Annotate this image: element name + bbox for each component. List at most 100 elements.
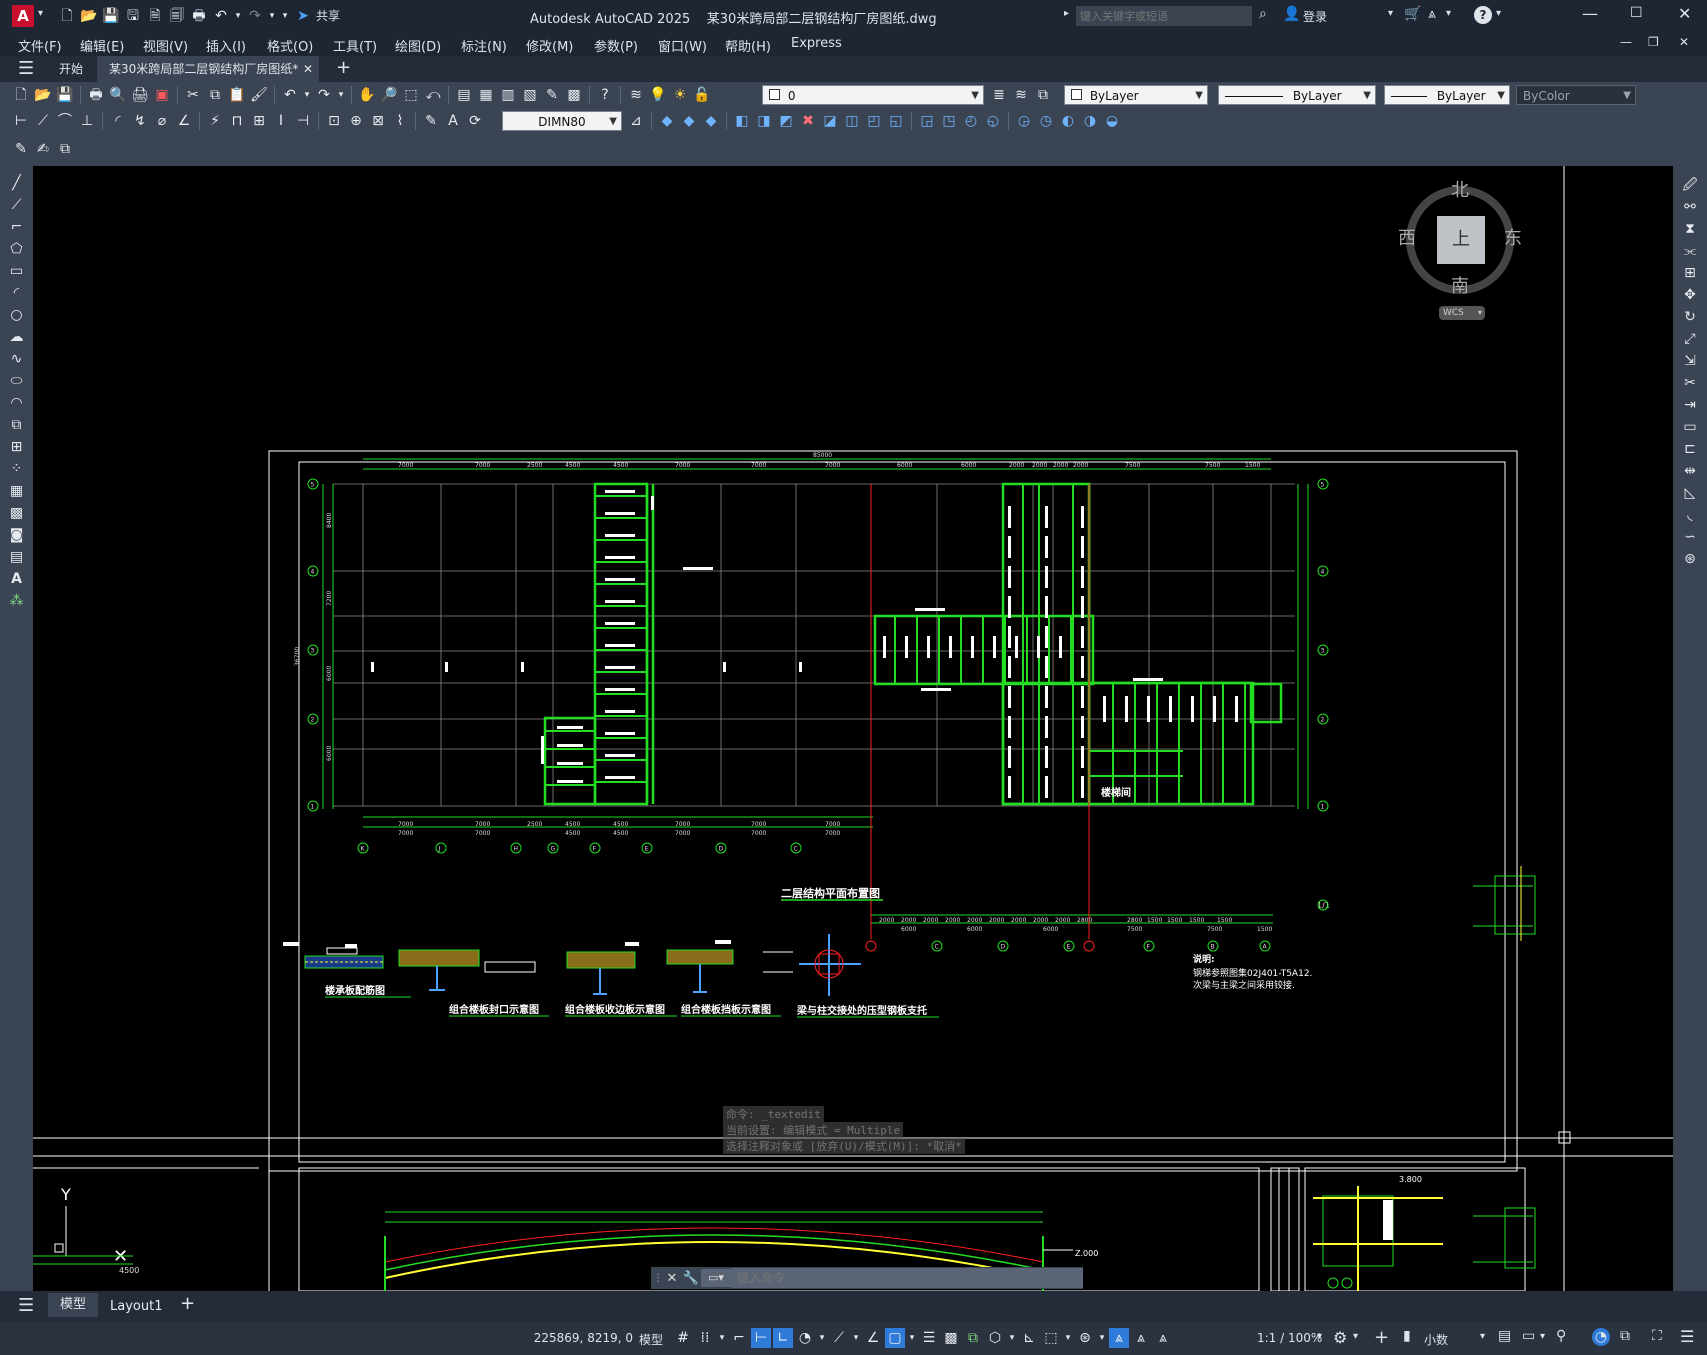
tab-model[interactable]: 模型 [48, 1293, 98, 1317]
customize-status-icon[interactable]: ☰ [1680, 1327, 1694, 1346]
compass-north[interactable]: 北 [1451, 176, 1469, 202]
tool-palettes-icon[interactable]: ▥ [498, 85, 518, 105]
layer-properties-icon[interactable]: ≋ [626, 85, 646, 105]
chamfer-icon[interactable]: ◺ [1677, 482, 1703, 504]
plotstyle-dropdown[interactable]: ByColor ▼ [1516, 85, 1636, 105]
viewcube-top-face[interactable]: 上 [1437, 216, 1485, 264]
construction-line-icon[interactable]: ⟋ [4, 194, 30, 216]
object-snap-icon[interactable]: ▢ [885, 1328, 905, 1348]
layout-menu-icon[interactable]: ☰ [18, 1295, 34, 1316]
zoom-realtime-icon[interactable]: 🔎 [379, 85, 399, 105]
redo-icon[interactable]: ↷ [314, 85, 334, 105]
offset-icon[interactable]: ⫘ [1677, 240, 1703, 262]
new-file-icon[interactable]: 🗋 [57, 6, 77, 26]
mtext-icon[interactable]: A [4, 568, 30, 590]
app-menu-chevron-icon[interactable]: ▾ [38, 8, 43, 19]
selection-cycling-icon[interactable]: ⧉ [963, 1328, 983, 1348]
ellipse-arc-icon[interactable]: ◠ [4, 392, 30, 414]
share-icon[interactable]: ➤ [293, 6, 313, 26]
dim-arc-icon[interactable]: ⌒ [55, 111, 75, 131]
match-properties-icon[interactable]: 🖌 [249, 85, 269, 105]
isodraft-icon[interactable]: ⟋ [829, 1328, 849, 1348]
dynamic-ucs-icon[interactable]: ⊾ [1019, 1328, 1039, 1348]
delete-faces-icon[interactable]: ✖ [798, 111, 818, 131]
wcs-menu[interactable]: WCS ▾ [1439, 306, 1485, 320]
object-snap-tracking-icon[interactable]: ∠ [863, 1328, 883, 1348]
arc-icon[interactable]: ◜ [4, 282, 30, 304]
separate-icon[interactable]: ◱ [886, 111, 906, 131]
polyline-icon[interactable]: ⌐ [4, 216, 30, 238]
dim-aligned-icon[interactable]: ⟋ [33, 111, 53, 131]
scale-icon[interactable]: ⤢ [1677, 328, 1703, 350]
infer-constraints-icon[interactable]: ⌐ [729, 1328, 749, 1348]
maximize-icon[interactable]: ☐ [1630, 5, 1643, 21]
dimstyle-dropdown[interactable]: DIMN80 ▼ [502, 111, 622, 131]
subtract-icon[interactable]: ◨ [754, 111, 774, 131]
command-input[interactable] [731, 1268, 1083, 1288]
gradient-icon[interactable]: ▩ [4, 502, 30, 524]
hardware-acceleration-icon[interactable]: ◔ [1592, 1328, 1610, 1346]
dynamic-input-icon[interactable]: ⊢ [751, 1328, 771, 1348]
tab-layout1[interactable]: Layout1 [110, 1297, 162, 1317]
redo-icon[interactable]: ↷ [245, 6, 265, 26]
rectangle-icon[interactable]: ▭ [4, 260, 30, 282]
command-close-icon[interactable]: ✕ [663, 1271, 681, 1286]
search-expand-icon[interactable]: ▸ [1064, 8, 1069, 19]
shell-icon[interactable]: ◲ [917, 111, 937, 131]
doc-close-icon[interactable]: ✕ [1679, 35, 1689, 49]
dim-jogged-icon[interactable]: ↯ [130, 111, 150, 131]
menu-modify[interactable]: 修改(M) [526, 36, 573, 55]
copy-faces-icon[interactable]: ◪ [820, 111, 840, 131]
center-mark-icon[interactable]: ⊕ [346, 111, 366, 131]
inspect-icon[interactable]: ⊠ [368, 111, 388, 131]
layer-freeze-icon[interactable]: ☀ [670, 85, 690, 105]
grid-icon[interactable]: # [673, 1328, 693, 1348]
share-label[interactable]: 共享 [316, 6, 340, 26]
plot-icon[interactable]: 🖶 [86, 85, 106, 105]
save-icon[interactable]: 💾 [101, 6, 121, 26]
annotation-scale-icon[interactable]: ⩓ [1153, 1328, 1173, 1348]
linetype-dropdown[interactable]: ByLayer ▼ [1218, 85, 1376, 105]
compass-west[interactable]: 西 [1398, 224, 1416, 250]
blend-curves-icon[interactable]: ∽ [1677, 526, 1703, 548]
rotate-icon[interactable]: ↻ [1677, 306, 1703, 328]
selection-filter-icon[interactable]: ⬚ [1041, 1328, 1061, 1348]
annotation-scale-value[interactable]: 1:1 / 100% [1257, 1331, 1322, 1345]
extrude-faces-icon[interactable]: ◴ [961, 111, 981, 131]
solid-box-icon[interactable]: ◆ [657, 111, 677, 131]
dim-style-icon[interactable]: ⊿ [626, 111, 646, 131]
fullscreen-icon[interactable]: ⛶ [1652, 1328, 1662, 1344]
search-icon[interactable]: ⌕ [1259, 6, 1267, 22]
pan-icon[interactable]: ✋ [357, 85, 377, 105]
copy-object-icon[interactable]: ⚯ [1677, 196, 1703, 218]
join-icon[interactable]: ⇹ [1677, 460, 1703, 482]
break-at-point-icon[interactable]: ▭ [1677, 416, 1703, 438]
cut-icon[interactable]: ✂ [183, 85, 203, 105]
redo-dropdown-icon[interactable]: ▾ [267, 6, 277, 26]
isodraft-dropdown-icon[interactable]: ▾ [851, 1328, 861, 1348]
circle-icon[interactable]: ○ [4, 304, 30, 326]
solid-cone-icon[interactable]: ◆ [701, 111, 721, 131]
sign-in-link[interactable]: 登录 [1303, 8, 1327, 25]
command-recent-icon[interactable]: ▭▾ [701, 1269, 731, 1287]
menu-format[interactable]: 格式(O) [267, 36, 313, 55]
snap-dropdown-icon[interactable]: ▾ [717, 1328, 727, 1348]
plot-icon[interactable]: 🗐 [167, 6, 187, 26]
lock-ui-icon[interactable]: ▭ [1522, 1328, 1535, 1344]
insert-block-icon[interactable]: ⧉ [4, 414, 30, 436]
table-icon[interactable]: ▤ [4, 546, 30, 568]
snap-icon[interactable]: ⁞⁞ [695, 1328, 715, 1348]
tab-active-drawing[interactable]: 某30米跨局部二层钢结构厂房图纸* ✕ [97, 56, 319, 82]
taper-faces-icon[interactable]: ◷ [1036, 111, 1056, 131]
dim-update-icon[interactable]: ⟳ [465, 111, 485, 131]
color-faces-icon[interactable]: ◫ [842, 111, 862, 131]
print-icon[interactable]: 🖶 [189, 6, 209, 26]
copy-icon[interactable]: ⧉ [205, 85, 225, 105]
intersect-icon[interactable]: ◩ [776, 111, 796, 131]
lock-ui-dropdown-icon[interactable]: ▾ [1540, 1331, 1545, 1342]
attribute-edit-icon[interactable]: ✍ [33, 139, 53, 159]
rotate-faces-icon[interactable]: ◐ [1058, 111, 1078, 131]
properties-icon[interactable]: ▤ [454, 85, 474, 105]
dim-break-icon[interactable]: ⊣ [293, 111, 313, 131]
annotation-scale-dropdown-icon[interactable]: ▾ [1317, 1331, 1322, 1342]
